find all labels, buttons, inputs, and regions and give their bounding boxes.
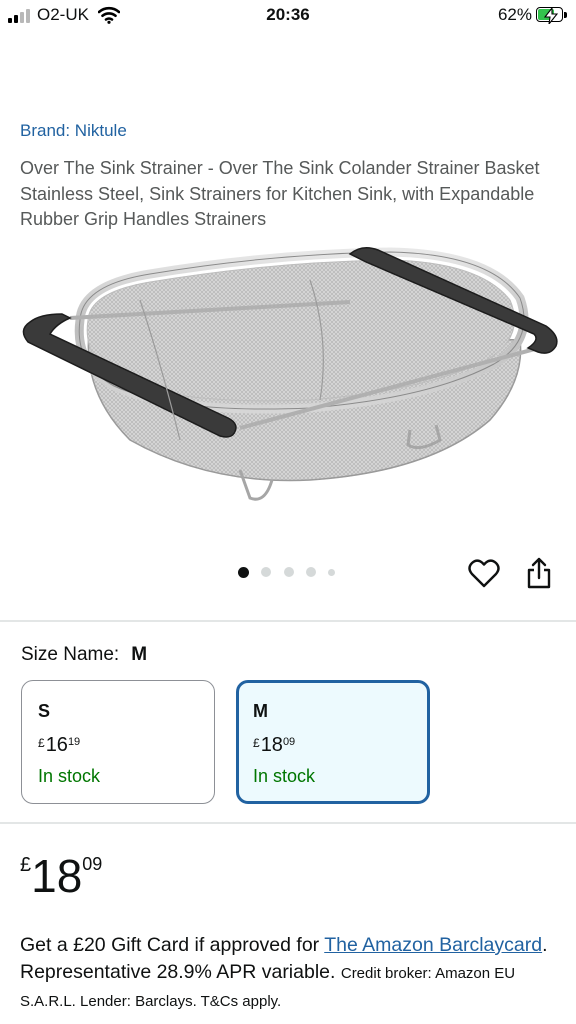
size-option-m[interactable]: M £1809 In stock [236, 680, 430, 804]
brand-link[interactable]: Brand: Niktule [20, 121, 127, 141]
carousel-dot[interactable] [306, 567, 316, 577]
size-label: Size Name: [21, 644, 120, 665]
clock: 20:36 [266, 5, 310, 24]
carousel-dot[interactable] [284, 567, 294, 577]
size-option-price: £1619 [38, 734, 81, 756]
credit-card-promo: Get a £20 Gift Card if approved for The … [20, 932, 566, 1015]
size-option-name: S [38, 701, 51, 721]
carousel-dot[interactable] [328, 569, 335, 576]
section-divider [0, 822, 576, 824]
carousel-dot[interactable] [261, 567, 271, 577]
price-currency: £ [20, 854, 32, 876]
barclaycard-link[interactable]: The Amazon Barclaycard [324, 934, 542, 956]
size-option-name: M [253, 701, 268, 721]
size-selector-label: Size Name: M [21, 644, 147, 666]
product-price: £1809 [20, 848, 102, 904]
battery-percent: 62% [497, 5, 532, 24]
battery-tip [564, 12, 567, 18]
share-icon[interactable] [525, 557, 553, 589]
size-option-stock: In stock [253, 766, 316, 786]
size-selected-value: M [131, 644, 148, 665]
charging-bolt-icon [544, 8, 558, 24]
status-bar: O2-UK 20:36 62% [0, 0, 576, 32]
price-whole: 18 [31, 850, 83, 902]
product-image[interactable] [10, 240, 566, 510]
promo-text: Get a £20 Gift Card if approved for [20, 934, 325, 956]
size-option-s[interactable]: S £1619 In stock [21, 680, 215, 804]
carousel-dot-active[interactable] [238, 567, 249, 578]
heart-icon[interactable] [468, 559, 500, 589]
section-divider [0, 620, 576, 622]
size-option-price: £1809 [253, 734, 296, 756]
size-option-stock: In stock [38, 766, 101, 786]
product-title: Over The Sink Strainer - Over The Sink C… [20, 158, 540, 229]
price-fraction: 09 [82, 854, 103, 874]
